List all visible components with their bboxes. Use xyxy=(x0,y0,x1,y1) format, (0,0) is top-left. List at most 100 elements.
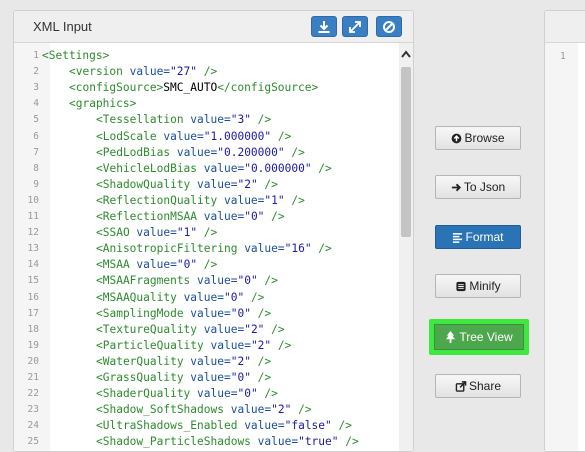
code-token-tag: <SSAO xyxy=(96,226,137,240)
code-token-attr: value= xyxy=(210,338,251,352)
code-token-attr: value= xyxy=(230,403,272,417)
code-token-tag: <ReflectionQuality xyxy=(96,193,224,207)
line-number: 11 xyxy=(27,211,39,222)
tree-icon xyxy=(446,331,456,343)
code-token-tag: /> xyxy=(250,371,272,384)
line-number: 1 xyxy=(33,50,39,61)
scroll-thumb[interactable] xyxy=(401,67,411,237)
code-token-tag: /> xyxy=(250,306,272,320)
code-text: <Settings> xyxy=(42,48,109,64)
code-token-txt: SMC_AUTO xyxy=(163,81,218,95)
code-token-tag: /> xyxy=(257,274,278,288)
minify-label: Minify xyxy=(469,279,501,293)
line-number: 24 xyxy=(27,420,39,432)
code-text: <ShadowQuality value="2" /> xyxy=(96,177,278,193)
code-text: <Shadow_SoftShadows value="2" /> xyxy=(96,402,312,418)
line-number: 17 xyxy=(27,307,39,319)
code-token-val: "0" xyxy=(176,258,198,272)
code-token-val: "16" xyxy=(284,242,312,256)
line-number: 16 xyxy=(27,291,39,303)
code-token-val: "true" xyxy=(298,435,339,449)
code-token-tag: <Shadow_SoftShadows xyxy=(96,403,231,417)
code-token-tag: <WaterQuality xyxy=(96,354,191,368)
code-text: <SamplingMode value="0" /> xyxy=(96,306,271,322)
code-token-tag: /> xyxy=(250,113,272,127)
line-number: 7 xyxy=(33,146,39,158)
code-text: <ParticleQuality value="2" /> xyxy=(96,338,291,354)
xml-input-panel: XML Input 1 <Settings> 2 <version value="27… xyxy=(13,10,414,452)
xml-input-header: XML Input xyxy=(14,11,413,43)
line-number: 4 xyxy=(33,98,39,110)
line-number: 9 xyxy=(33,178,39,190)
code-token-val: "0" xyxy=(223,290,245,304)
tree-view-label: Tree View xyxy=(459,330,513,344)
code-token-tag: /> xyxy=(338,435,359,449)
code-token-tag: </configSource> xyxy=(217,81,319,95)
line-number: 13 xyxy=(27,243,39,255)
code-token-attr: value= xyxy=(223,193,265,207)
code-token-val: "1" xyxy=(264,193,285,207)
code-token-tag: /> xyxy=(197,65,218,79)
line-number: 14 xyxy=(27,259,39,271)
browse-button[interactable]: Browse xyxy=(435,126,521,150)
code-token-tag: /> xyxy=(284,145,305,159)
code-token-tag: <SamplingMode xyxy=(96,306,191,320)
expand-icon xyxy=(349,20,361,33)
code-text: <TextureQuality value="2" /> xyxy=(96,322,285,338)
scroll-up-arrow[interactable] xyxy=(399,47,413,61)
code-token-tag: <AnisotropicFiltering xyxy=(96,242,245,256)
code-text: <configSource>SMC_AUTO</configSource> xyxy=(69,80,318,96)
download-button[interactable] xyxy=(311,16,337,37)
fullscreen-button[interactable] xyxy=(342,16,368,37)
code-token-tag: /> xyxy=(264,210,285,223)
tree-view-button[interactable]: Tree View xyxy=(434,324,524,350)
code-token-tag: <ShaderQuality xyxy=(96,387,198,401)
code-token-attr: value= xyxy=(197,274,238,288)
code-text: <SSAO value="1" /> xyxy=(96,225,217,241)
code-token-tag: /> xyxy=(197,226,218,240)
line-number: 5 xyxy=(33,114,39,126)
tree-view-highlight: Tree View xyxy=(429,319,529,355)
code-token-val: "2" xyxy=(230,354,251,368)
line-number: 23 xyxy=(27,404,39,416)
code-token-attr: value= xyxy=(136,226,177,240)
code-token-attr: value= xyxy=(190,113,231,127)
code-token-val: "3" xyxy=(230,113,251,127)
line-number: 8 xyxy=(33,162,39,174)
code-text: <Shadow_ParticleShadows value="true" /> xyxy=(96,434,359,450)
upload-circle-icon xyxy=(452,133,462,143)
line-number: 20 xyxy=(27,355,39,367)
code-token-attr: value= xyxy=(203,210,245,223)
code-token-tag: /> xyxy=(291,403,312,417)
clear-button[interactable] xyxy=(376,16,402,37)
output-panel: 1 xyxy=(544,10,585,452)
code-text: <UltraShadows_Enabled value="false" /> xyxy=(96,418,352,434)
output-line-number: 1 xyxy=(560,51,566,62)
compress-icon xyxy=(456,281,466,291)
to-json-button[interactable]: To Json xyxy=(435,175,521,199)
code-token-tag: <TextureQuality xyxy=(96,322,204,336)
code-token-val: "false" xyxy=(284,419,332,433)
xml-editor[interactable]: 1 <Settings> 2 <version value="27" /> 3 <conf… xyxy=(14,43,413,451)
code-token-attr: value= xyxy=(197,387,238,401)
code-text: <version value="27" /> xyxy=(69,64,217,80)
share-button[interactable]: Share xyxy=(435,374,521,398)
code-token-val: "0.000000" xyxy=(244,161,312,175)
code-token-tag: /> xyxy=(250,354,272,368)
line-number: 15 xyxy=(27,275,39,287)
code-token-val: "1" xyxy=(176,226,198,240)
code-text: <VehicleLodBias value="0.000000" /> xyxy=(96,161,332,177)
format-button[interactable]: Format xyxy=(435,225,521,249)
share-icon xyxy=(455,380,467,392)
code-token-tag: /> xyxy=(264,322,285,336)
align-left-icon xyxy=(453,232,463,243)
code-token-tag: <version xyxy=(69,65,130,79)
clear-icon xyxy=(383,20,395,33)
code-token-tag: /> xyxy=(257,387,278,401)
code-text: <ShaderQuality value="0" /> xyxy=(96,386,278,402)
code-token-val: "0" xyxy=(237,387,258,401)
line-number: 2 xyxy=(33,66,39,78)
line-number: 21 xyxy=(27,372,39,383)
minify-button[interactable]: Minify xyxy=(435,274,521,298)
vertical-scrollbar[interactable] xyxy=(399,43,413,451)
